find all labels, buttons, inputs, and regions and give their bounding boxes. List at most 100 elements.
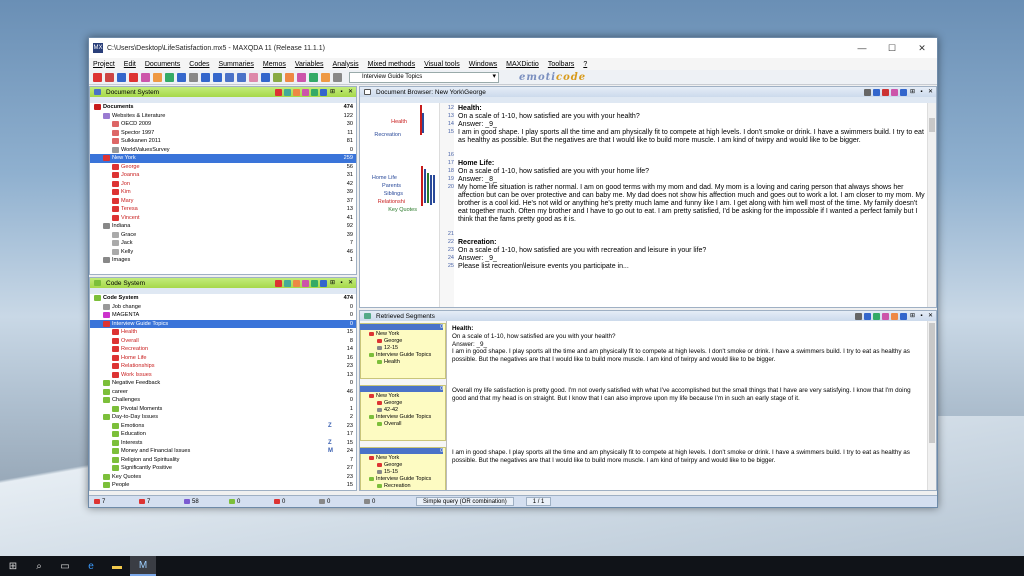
margin-code-label[interactable]: Relationshi [378, 199, 405, 205]
status-counter[interactable]: 7 [94, 499, 134, 505]
segment-source-box[interactable]: 0 New York George 15-15 Interview Guide Topi… [360, 447, 446, 490]
pin-icon[interactable]: ⊞ [909, 89, 916, 96]
margin-code-bar[interactable] [433, 175, 435, 203]
status-counter[interactable]: 0 [274, 499, 314, 505]
browser-scrollbar[interactable] [927, 103, 936, 307]
excel-icon[interactable] [873, 312, 880, 320]
paragraph[interactable]: Answer: _9_ [454, 255, 926, 263]
toolbar-button[interactable] [297, 72, 306, 82]
tree-row[interactable]: Key Quotes 23 [90, 473, 356, 482]
search-icon[interactable]: ⌕ [26, 556, 52, 576]
variables-icon[interactable] [311, 88, 318, 96]
status-counter[interactable]: 0 [229, 499, 269, 505]
toolbar-button[interactable] [117, 72, 126, 82]
status-counter[interactable]: 0 [319, 499, 359, 505]
memo-icon[interactable] [302, 279, 309, 287]
menu-item[interactable]: Windows [469, 61, 497, 68]
tree-row[interactable]: Challenges 0 [90, 396, 356, 405]
tree-row[interactable]: Spector 1997 11 [90, 129, 356, 138]
tree-row[interactable]: Joanna 31 [90, 171, 356, 180]
paragraph[interactable]: I am in good shape. I play sports all th… [454, 129, 926, 145]
segment-text[interactable]: Overall my life satisfaction is pretty g… [452, 387, 926, 403]
margin-code-bar[interactable] [427, 173, 429, 203]
export-icon[interactable] [855, 312, 862, 320]
margin-code-label[interactable]: Home Life [372, 175, 397, 181]
tree-row[interactable]: Code System 474 [90, 294, 356, 303]
menu-item[interactable]: Variables [295, 61, 324, 68]
tree-row[interactable]: Home Life 16 [90, 354, 356, 363]
segments-scroll-thumb[interactable] [929, 323, 935, 443]
tree-row[interactable]: Mary 37 [90, 197, 356, 206]
toolbar-button[interactable] [309, 72, 318, 82]
toolbar-button[interactable] [201, 72, 210, 82]
doc-icon[interactable] [293, 88, 300, 96]
tree-row[interactable]: Overall 8 [90, 337, 356, 346]
toolbar-button[interactable] [189, 72, 198, 82]
pane-close-icon[interactable]: ✕ [927, 89, 934, 96]
tree-row[interactable]: People 15 [90, 481, 356, 490]
pane-close-icon[interactable]: ✕ [347, 89, 354, 96]
tree-row[interactable]: Interests Z 15 [90, 439, 356, 448]
menu-item[interactable]: Edit [124, 61, 136, 68]
paragraph[interactable]: Health: [454, 105, 926, 113]
explorer-icon[interactable]: ▬ [104, 556, 130, 576]
toolbar-button[interactable] [285, 72, 294, 82]
search-icon[interactable] [320, 88, 327, 96]
pane-close-icon[interactable]: ✕ [347, 280, 354, 287]
toolbar-button[interactable] [129, 72, 138, 82]
segment-source-box[interactable]: 0 New York George 12-15 Interview Guide Topi… [360, 323, 446, 379]
margin-code-label[interactable]: Key Quotes [388, 207, 417, 213]
filter-icon[interactable] [275, 279, 282, 287]
toolbar-button[interactable] [213, 72, 222, 82]
query-mode[interactable]: Simple query (OR combination) [416, 497, 514, 506]
margin-code-bar[interactable] [421, 166, 423, 206]
task-view-icon[interactable]: ▭ [52, 556, 78, 576]
tree-row[interactable]: New York 259 [90, 154, 356, 163]
toolbar-button[interactable] [273, 72, 282, 82]
menu-item[interactable]: Mixed methods [368, 61, 415, 68]
tree-row[interactable]: Job change 0 [90, 303, 356, 312]
tree-row[interactable]: Relationships 23 [90, 362, 356, 371]
memo-icon[interactable]: Z [328, 440, 340, 446]
tree-row[interactable]: Documents 474 [90, 103, 356, 112]
margin-code-bar[interactable] [422, 113, 424, 133]
tree-row[interactable]: Health 15 [90, 328, 356, 337]
menu-item[interactable]: Codes [189, 61, 209, 68]
toolbar-button[interactable] [93, 72, 102, 82]
tree-row[interactable]: Recreation 14 [90, 345, 356, 354]
activate-icon[interactable] [284, 88, 291, 96]
paragraph[interactable]: Please list recreation\leisure events yo… [454, 263, 926, 271]
table-icon[interactable] [864, 312, 871, 320]
dock-icon[interactable]: ▪ [918, 89, 925, 96]
margin-code-bar[interactable] [424, 169, 426, 203]
tree-row[interactable]: Vincent 41 [90, 214, 356, 223]
tree-row[interactable]: Work Issues 13 [90, 371, 356, 380]
toolbar-button[interactable] [225, 72, 234, 82]
code-icon[interactable] [293, 279, 300, 287]
tree-row[interactable]: Jack 7 [90, 239, 356, 248]
emoticode-logo[interactable]: emoticode [519, 72, 586, 83]
search-icon[interactable] [320, 279, 327, 287]
menu-item[interactable]: MAXDictio [506, 61, 539, 68]
dock-icon[interactable]: ▪ [918, 313, 925, 320]
toolbar-button[interactable] [321, 72, 330, 82]
tree-row[interactable]: Emotions Z 23 [90, 422, 356, 431]
toolbar-button[interactable] [165, 72, 174, 82]
dock-icon[interactable]: ▪ [338, 89, 345, 96]
toolbar-button[interactable] [177, 72, 186, 82]
paragraph[interactable]: My home life situation is rather normal.… [454, 184, 926, 224]
toolbar-button[interactable] [333, 72, 342, 82]
activate-icon[interactable] [284, 279, 291, 287]
dock-icon[interactable]: ▪ [338, 280, 345, 287]
pin-icon[interactable]: ⊞ [329, 89, 336, 96]
margin-code-label[interactable]: Siblings [384, 191, 403, 197]
tree-row[interactable]: Pivotal Moments 1 [90, 405, 356, 414]
tree-row[interactable]: Grace 39 [90, 231, 356, 240]
status-counter[interactable]: 7 [139, 499, 179, 505]
pin-icon[interactable]: ⊞ [329, 280, 336, 287]
search-icon[interactable] [900, 88, 907, 96]
memo-icon[interactable]: M [328, 448, 340, 454]
paragraph[interactable]: Recreation: [454, 239, 926, 247]
highlight-icon[interactable] [891, 88, 898, 96]
segment-text[interactable]: I am in good shape. I play sports all th… [452, 449, 926, 465]
